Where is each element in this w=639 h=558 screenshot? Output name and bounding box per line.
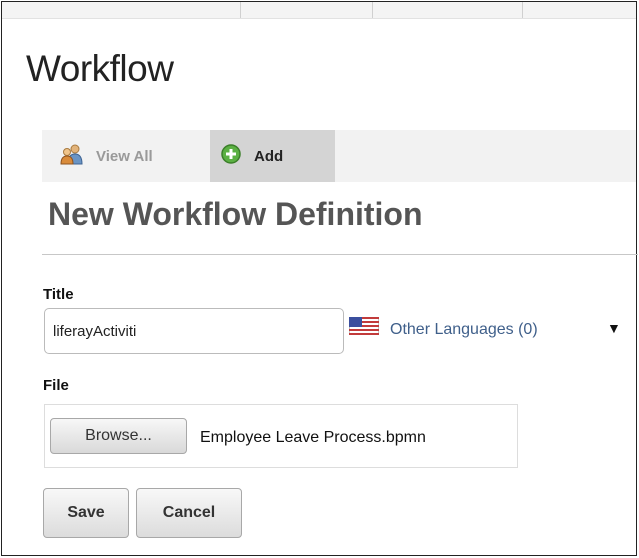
file-input[interactable]: Browse... Employee Leave Process.bpmn bbox=[44, 404, 518, 468]
file-label: File bbox=[43, 377, 69, 394]
title-input[interactable] bbox=[44, 308, 344, 354]
us-flag-icon bbox=[348, 316, 380, 336]
strip-divider bbox=[240, 2, 241, 18]
save-button[interactable]: Save bbox=[43, 488, 129, 538]
tab-add-label: Add bbox=[254, 147, 284, 165]
caret-down-icon[interactable]: ▼ bbox=[607, 320, 621, 336]
tab-view-all-label: View All bbox=[96, 147, 153, 165]
add-circle-icon bbox=[220, 143, 242, 169]
heading-divider bbox=[42, 254, 638, 255]
users-icon bbox=[60, 143, 84, 169]
title-label: Title bbox=[43, 286, 74, 303]
selected-file-name: Employee Leave Process.bpmn bbox=[200, 429, 426, 446]
form-heading: New Workflow Definition bbox=[48, 196, 423, 232]
other-languages-link[interactable]: Other Languages (0) bbox=[390, 321, 538, 339]
tab-view-all[interactable]: View All bbox=[42, 130, 210, 182]
tab-bar: View All Add bbox=[42, 130, 636, 182]
top-tab-strip bbox=[2, 2, 636, 19]
browse-button[interactable]: Browse... bbox=[50, 418, 187, 454]
strip-divider bbox=[372, 2, 373, 18]
strip-divider bbox=[522, 2, 523, 18]
portlet-frame: Workflow View All Add New Workflow Defin… bbox=[1, 1, 638, 556]
tab-add[interactable]: Add bbox=[210, 130, 335, 182]
cancel-button[interactable]: Cancel bbox=[136, 488, 242, 538]
page-title: Workflow bbox=[26, 48, 174, 89]
